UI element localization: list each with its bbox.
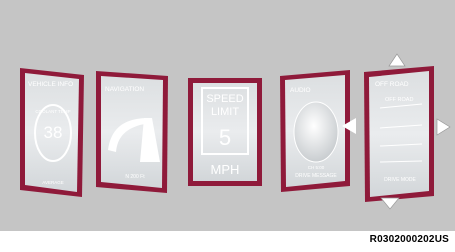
panel-title: VEHICLE INFO <box>28 81 73 88</box>
panel-footer: DRIVE MODE <box>384 177 416 183</box>
panel-title: AUDIO <box>290 87 311 94</box>
panel-off-road: OFF ROAD OFF ROAD DRIVE MODE <box>364 53 451 210</box>
audio-art-circle <box>293 101 339 163</box>
panel-speed-limit: SPEED LIMIT 5 MPH <box>188 78 262 186</box>
sign-line-2: LIMIT <box>211 106 239 118</box>
audio-meta: CH 5:00 <box>308 165 325 170</box>
right-arrow-icon <box>436 118 451 136</box>
cluster-screens-svg: VEHICLE INFO COOLANT TEMP 38 AVERAGE NAV… <box>20 53 451 210</box>
up-arrow-icon <box>388 53 406 67</box>
panel-title: NAVIGATION <box>105 86 144 93</box>
temperature-value: 38 <box>44 123 63 142</box>
speed-unit: MPH <box>211 162 240 177</box>
speed-limit-value: 5 <box>219 125 231 150</box>
figure-id: R0302000202US <box>369 234 449 245</box>
panel-footer: AVERAGE <box>42 180 63 185</box>
panel-vehicle-info: VEHICLE INFO COOLANT TEMP 38 AVERAGE <box>20 68 84 197</box>
sign-line-1: SPEED <box>206 93 243 105</box>
panel-audio: AUDIO CH 5:00 DRIVE MESSAGE <box>280 70 356 192</box>
down-arrow-icon <box>380 197 400 210</box>
panel-footer: DRIVE MESSAGE <box>295 173 337 179</box>
panel-subtitle: OFF ROAD <box>385 97 413 103</box>
diagram-stage: VEHICLE INFO COOLANT TEMP 38 AVERAGE NAV… <box>0 0 455 252</box>
panel-footer: N 200 Ft <box>125 174 145 180</box>
panel-navigation: NAVIGATION N 200 Ft <box>96 71 168 193</box>
panel-subtitle: COOLANT TEMP <box>35 109 70 114</box>
panel-title: OFF ROAD <box>375 81 409 88</box>
